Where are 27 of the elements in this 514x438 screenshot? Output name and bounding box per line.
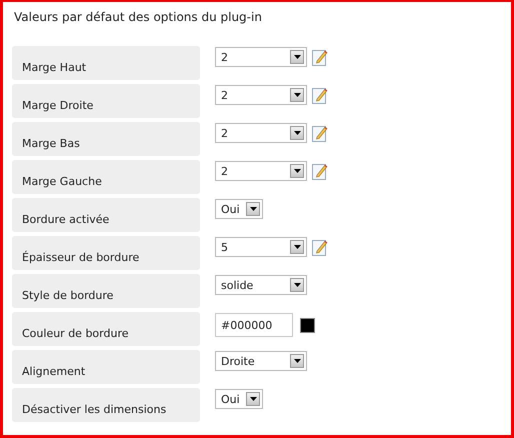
panel-title: Valeurs par défaut des options du plug-in	[13, 9, 263, 26]
option-label: Marge Bas	[12, 122, 200, 156]
option-label: Bordure activée	[12, 198, 200, 232]
dropdown[interactable]: Oui	[215, 199, 263, 219]
option-label: Couleur de bordure	[12, 312, 200, 346]
pencil-icon[interactable]	[312, 162, 328, 180]
dropdown[interactable]: Oui	[215, 389, 263, 409]
option-label: Marge Droite	[12, 84, 200, 118]
pencil-icon[interactable]	[312, 86, 328, 104]
option-label: Épaisseur de bordure	[12, 236, 200, 270]
option-label: Marge Haut	[12, 46, 200, 80]
option-label: Style de bordure	[12, 274, 200, 308]
option-label: Désactiver les dimensions	[12, 388, 200, 422]
dropdown[interactable]: 5	[215, 237, 307, 257]
color-field[interactable]: #000000	[215, 313, 293, 337]
dropdown[interactable]: 2	[215, 47, 307, 67]
color-swatch[interactable]	[300, 318, 315, 332]
dropdown[interactable]: 2	[215, 85, 307, 105]
pencil-icon[interactable]	[312, 238, 328, 256]
dropdown[interactable]: Droite	[215, 351, 307, 371]
dropdown[interactable]: 2	[215, 161, 307, 181]
dropdown[interactable]: 2	[215, 123, 307, 143]
dropdown[interactable]: solide	[215, 275, 307, 295]
pencil-icon[interactable]	[312, 48, 328, 66]
option-label: Alignement	[12, 350, 200, 384]
pencil-icon[interactable]	[312, 124, 328, 142]
option-label: Marge Gauche	[12, 160, 200, 194]
